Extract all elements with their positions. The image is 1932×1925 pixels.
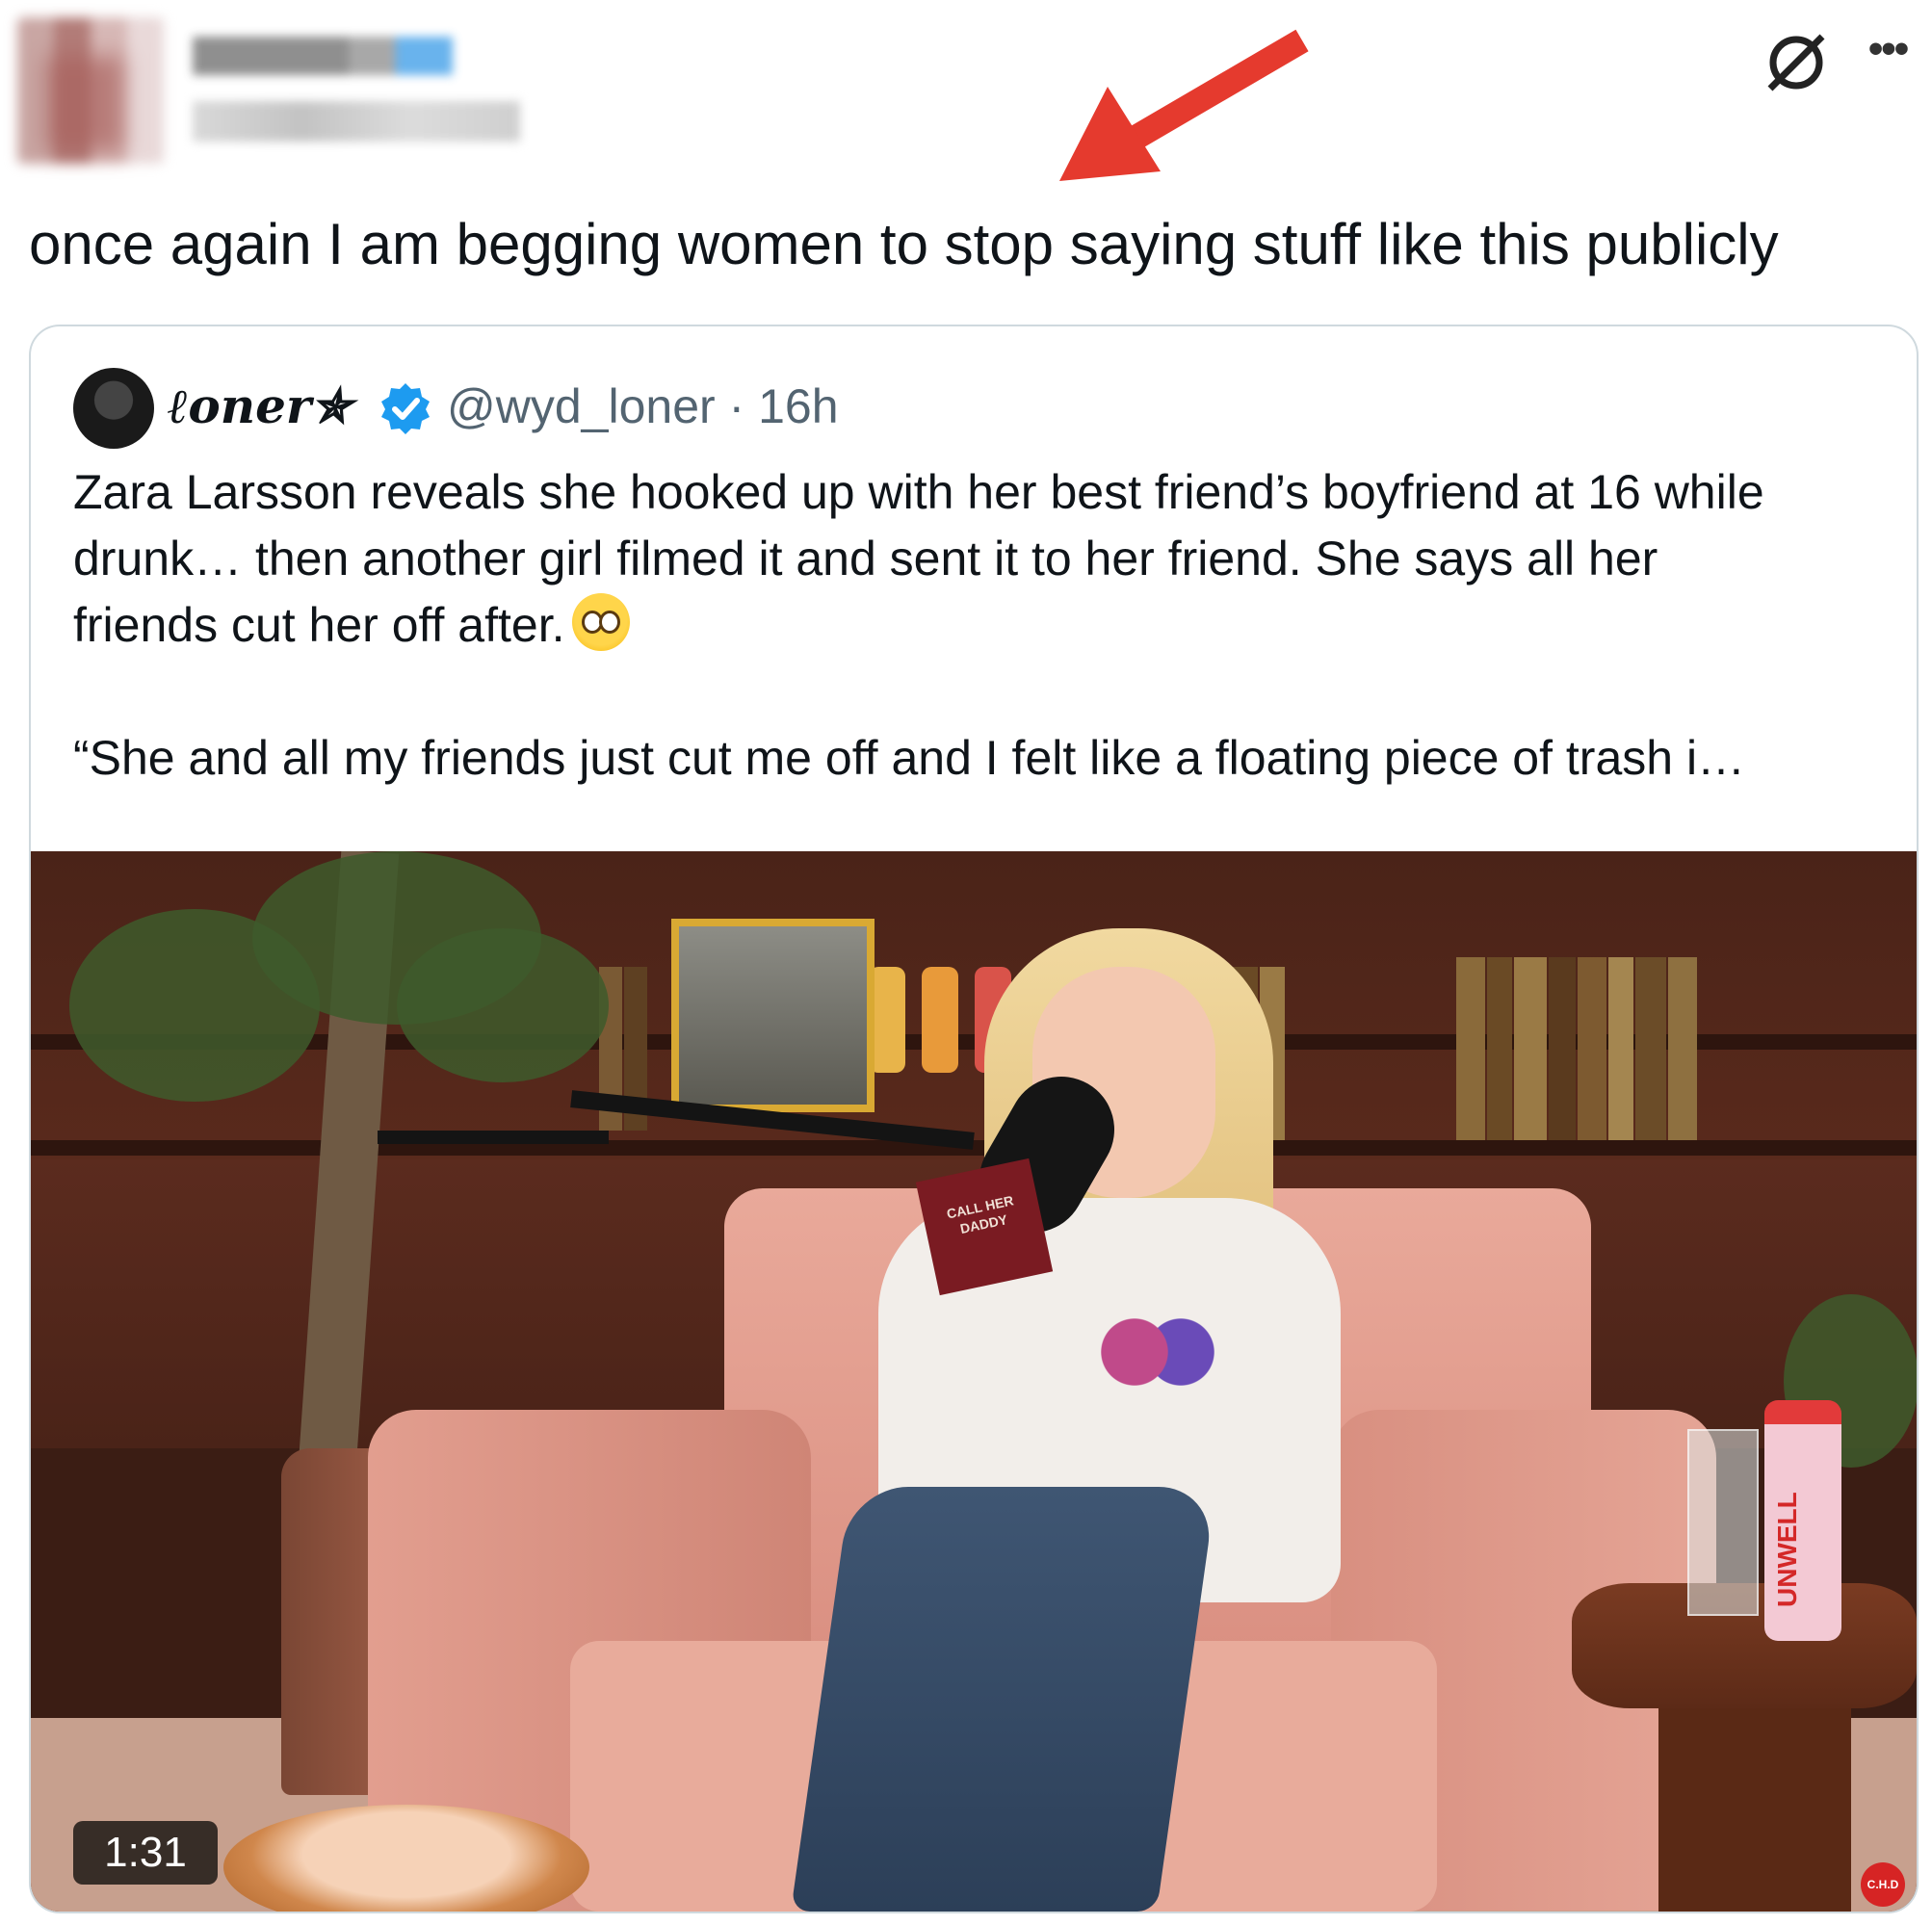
quoted-tweet-text: Zara Larsson reveals she hooked up with … [73, 459, 1884, 792]
more-options-icon[interactable]: ••• [1859, 28, 1917, 77]
quoted-tweet-card[interactable]: ℓoner✯ @wyd_loner · 16h Zara Larsson rev… [29, 325, 1919, 1913]
quoted-text-line: Zara Larsson reveals she hooked up with … [73, 465, 1764, 519]
verified-badge-icon [381, 383, 430, 434]
quoted-text-line: friends cut her off after. [73, 592, 1884, 659]
quoted-text-line: drunk… then another girl filmed it and s… [73, 532, 1658, 585]
quoted-author-avatar[interactable] [73, 368, 154, 449]
quoted-author-handle-time[interactable]: @wyd_loner · 16h [447, 373, 839, 440]
post-text: once again I am begging women to stop sa… [29, 212, 1779, 276]
water-glass [1687, 1429, 1759, 1616]
channel-watermark: C.H.D [1861, 1862, 1905, 1907]
video-duration-badge: 1:31 [73, 1821, 218, 1885]
quoted-author-name[interactable]: ℓoner✯ [168, 373, 352, 440]
quoted-text-line-content: friends cut her off after. [73, 598, 565, 652]
bottle-label: UNWELL [1772, 1492, 1802, 1607]
grok-icon[interactable] [1762, 29, 1830, 96]
red-arrow-annotation [1059, 29, 1309, 181]
author-avatar-blurred[interactable] [17, 17, 164, 164]
flushed-face-emoji-icon [572, 593, 631, 651]
author-name-blurred[interactable] [193, 37, 453, 75]
quoted-text-line: “She and all my friends just cut me off … [73, 731, 1746, 785]
mic-flag: CALL HER DADDY [915, 1158, 1054, 1296]
author-handle-blurred [193, 101, 520, 142]
video-player[interactable]: CALL HER DADDY UNWELL 1:31 C.H.D [31, 851, 1917, 1912]
photo-frame [671, 919, 875, 1112]
